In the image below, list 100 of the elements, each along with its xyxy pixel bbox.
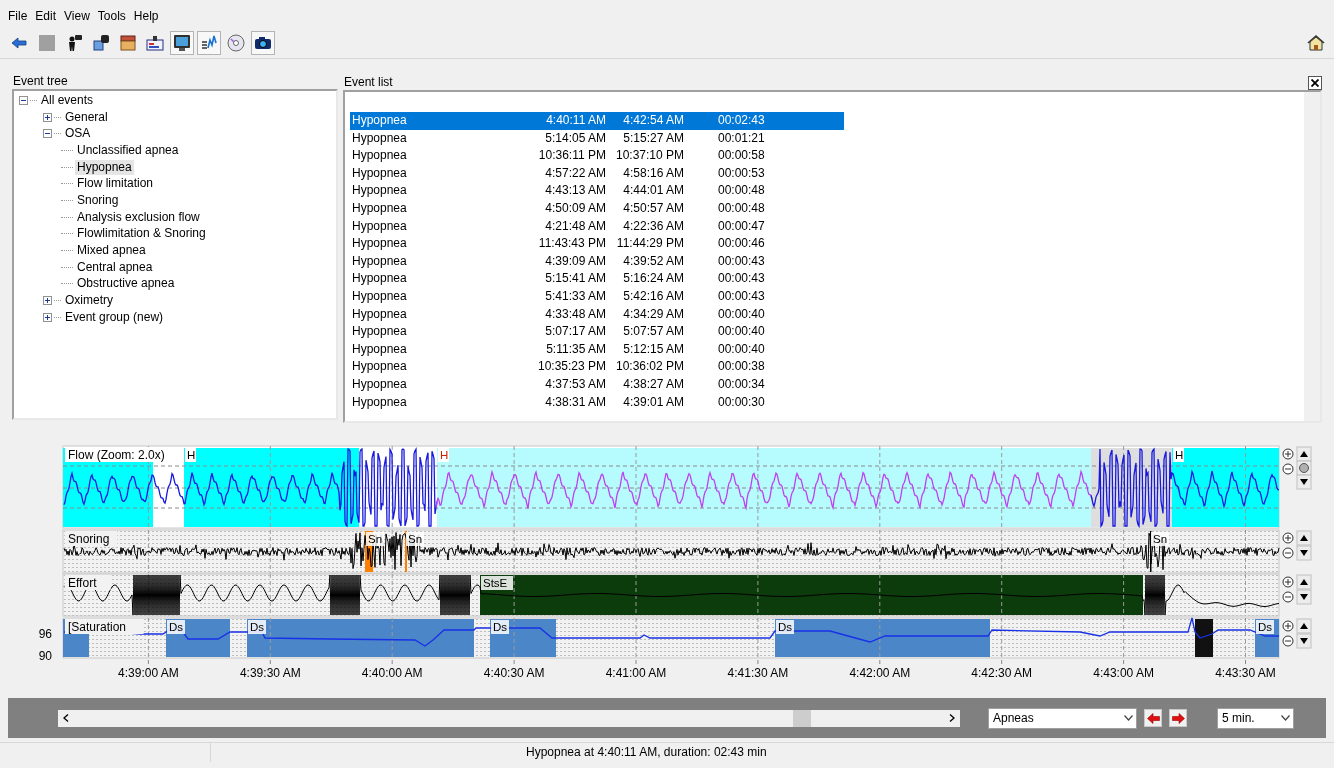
event-row[interactable]: Hypopnea 5:14:05 AM 5:15:27 AM 00:01:21 <box>350 129 844 148</box>
channel-title: [Saturation <box>68 620 127 634</box>
tree-item[interactable]: Hypopnea <box>75 159 134 175</box>
menu-item[interactable]: Edit <box>35 9 57 28</box>
tree-item[interactable]: Event group (new) <box>63 309 166 325</box>
zoom-in-button[interactable] <box>1282 620 1294 632</box>
toolbar-button[interactable] <box>251 31 275 55</box>
table-cell-text: 10:36:02 PM <box>614 358 684 376</box>
zoom-out-button[interactable] <box>1282 635 1294 647</box>
zoom-out-button[interactable] <box>1282 591 1294 603</box>
event-row[interactable]: Hypopnea 5:11:35 AM 5:12:15 AM 00:00:40 <box>350 340 844 359</box>
event-row[interactable]: Hypopnea 5:15:41 AM 5:16:24 AM 00:00:43 <box>350 270 844 288</box>
tree-item[interactable]: Obstructive apnea <box>75 276 177 292</box>
table-cell-text: Hypopnea <box>351 199 408 217</box>
expand-icon[interactable] <box>42 295 53 307</box>
table-cell-text: Hypopnea <box>351 164 408 182</box>
event-row[interactable]: Hypopnea 5:41:33 AM 5:42:16 AM 00:00:43 <box>350 287 844 306</box>
scroll-down-button[interactable] <box>1296 545 1312 561</box>
event-row[interactable]: Hypopnea 5:07:17 AM 5:07:57 AM 00:00:40 <box>350 323 844 341</box>
close-icon <box>1311 79 1319 87</box>
tree-item[interactable]: Oximetry <box>63 293 115 309</box>
event-row[interactable]: Hypopnea 4:43:13 AM 4:44:01 AM 00:00:48 <box>350 182 844 200</box>
tree-item[interactable]: All events <box>39 92 96 108</box>
event-row[interactable]: Hypopnea 11:43:43 PM 11:44:29 PM 00:00:46 <box>350 235 844 253</box>
pane-title: Event tree <box>12 74 69 89</box>
scroll-up-button[interactable] <box>1296 446 1312 462</box>
scroll-thumb[interactable] <box>793 709 811 727</box>
menu-item[interactable]: View <box>64 9 90 28</box>
event-row[interactable]: Hypopnea 4:21:48 AM 4:22:36 AM 00:00:47 <box>350 217 844 236</box>
table-cell-text: Hypopnea <box>351 270 408 288</box>
toolbar-button[interactable] <box>170 31 194 55</box>
table-cell-text: 4:58:16 AM <box>622 164 684 182</box>
camera-icon <box>254 34 272 52</box>
scrollbar[interactable] <box>1304 92 1320 421</box>
table-cell-text: 5:41:33 AM <box>544 287 606 305</box>
channel-title: Snoring <box>68 532 110 546</box>
menu-item[interactable]: Tools <box>97 9 126 28</box>
event-row[interactable]: Hypopnea 4:37:53 AM 4:38:27 AM 00:00:34 <box>350 375 844 394</box>
table-cell-text: 5:12:15 AM <box>622 340 684 358</box>
event-row[interactable]: Hypopnea 10:35:23 PM 10:36:02 PM 00:00:38 <box>350 358 844 376</box>
reset-button[interactable] <box>1296 460 1312 476</box>
tree-item[interactable]: Flow limitation <box>75 176 156 192</box>
chevron-down-icon <box>1124 715 1133 721</box>
table-cell-text: 4:50:57 AM <box>622 199 684 217</box>
scroll-up-button[interactable] <box>1296 618 1312 634</box>
scroll-down-button[interactable] <box>1296 589 1312 605</box>
tree-item[interactable]: Central apnea <box>75 259 155 275</box>
table-cell-text: Hypopnea <box>351 305 408 323</box>
zoom-out-button[interactable] <box>1282 547 1294 559</box>
previous-event-button[interactable] <box>1144 709 1162 727</box>
scroll-down-button[interactable] <box>1296 633 1312 649</box>
menu-item[interactable]: File <box>8 9 28 28</box>
scrollbar[interactable] <box>58 709 960 727</box>
table-cell-text: 4:39:52 AM <box>622 252 684 270</box>
scroll-down-button[interactable] <box>1296 474 1312 490</box>
tree-item[interactable]: Analysis exclusion flow <box>75 209 202 225</box>
table-cell-text: 4:40:11 AM <box>545 112 606 129</box>
event-band[interactable] <box>247 619 474 657</box>
collapse-icon[interactable] <box>18 94 29 106</box>
scroll-up-button[interactable] <box>1296 530 1312 546</box>
collapse-icon[interactable] <box>42 128 53 140</box>
scroll-up-button[interactable] <box>1296 574 1312 590</box>
event-row[interactable]: Hypopnea 10:36:11 PM 10:37:10 PM 00:00:58 <box>350 147 844 165</box>
table-cell-text: 00:00:48 <box>718 182 766 200</box>
axis-label: 4:39:30 AM <box>239 666 301 680</box>
close-button[interactable] <box>1308 76 1322 90</box>
event-row[interactable]: Hypopnea 4:38:31 AM 4:39:01 AM 00:00:30 <box>350 393 844 412</box>
table-cell-text: 10:37:10 PM <box>614 147 684 165</box>
zoom-in-button[interactable] <box>1282 532 1294 544</box>
expand-icon[interactable] <box>42 111 53 123</box>
time-window-dropdown[interactable]: 5 min. <box>1217 707 1294 729</box>
event-row[interactable]: Hypopnea 4:40:11 AM 4:42:54 AM 00:02:43 <box>350 112 844 130</box>
event-row[interactable]: Hypopnea 4:50:09 AM 4:50:57 AM 00:00:48 <box>350 199 844 218</box>
zoom-in-button[interactable] <box>1282 576 1294 588</box>
event-type-dropdown[interactable]: Apneas <box>988 707 1137 729</box>
next-event-button[interactable] <box>1169 709 1187 727</box>
axis-label: 4:43:30 AM <box>1215 666 1276 680</box>
expand-icon[interactable] <box>42 311 53 323</box>
event-label: H <box>185 448 196 462</box>
zoom-out-button[interactable] <box>1282 463 1294 475</box>
table-cell-text: 10:36:11 PM <box>537 147 606 165</box>
tree-item[interactable]: OSA <box>63 126 93 142</box>
table-cell-text: 00:00:34 <box>718 375 766 393</box>
axis-label: 4:42:30 AM <box>971 666 1033 680</box>
tree-item[interactable]: Mixed apnea <box>75 243 148 259</box>
chart-icon <box>200 34 218 52</box>
chevron-right-icon[interactable] <box>949 714 955 722</box>
table-cell-text: 4:33:48 AM <box>544 305 606 323</box>
table-cell-text: Hypopnea <box>351 358 408 376</box>
menu-item[interactable]: Help <box>133 9 159 28</box>
table-cell-text: 5:15:27 AM <box>622 129 684 147</box>
chevron-left-icon[interactable] <box>63 714 69 722</box>
event-row[interactable]: Hypopnea 4:39:09 AM 4:39:52 AM 00:00:43 <box>350 252 844 271</box>
event-row[interactable]: Hypopnea 4:33:48 AM 4:34:29 AM 00:00:40 <box>350 305 844 324</box>
tree-item[interactable]: Flowlimitation & Snoring <box>75 226 208 242</box>
tree-item[interactable]: Unclassified apnea <box>75 142 181 158</box>
tree-item[interactable]: Snoring <box>75 192 121 208</box>
zoom-in-button[interactable] <box>1282 448 1294 460</box>
event-row[interactable]: Hypopnea 4:57:22 AM 4:58:16 AM 00:00:53 <box>350 164 844 183</box>
tree-item[interactable]: General <box>63 109 110 125</box>
